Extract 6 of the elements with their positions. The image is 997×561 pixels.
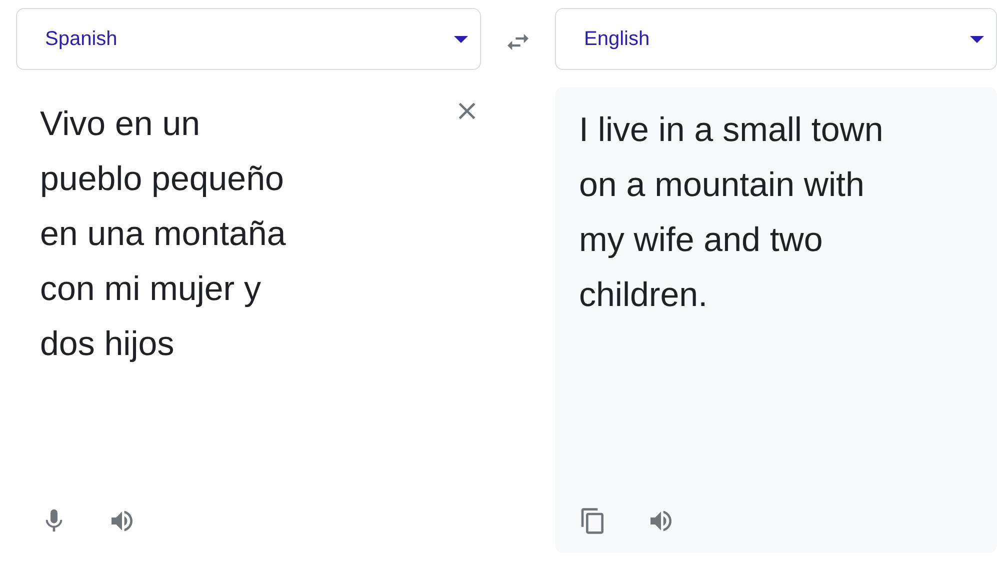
dropdown-caret-icon <box>454 36 468 42</box>
target-language-select[interactable]: English <box>555 8 997 70</box>
source-language-select[interactable]: Spanish <box>16 8 481 70</box>
translated-text: I live in a small town on a mountain with my wife and two children. <box>579 110 884 316</box>
dropdown-caret-icon <box>970 36 984 42</box>
source-text[interactable]: Vivo en un pueblo pequeño en una montaña con mi mujer y dos hijos <box>40 97 286 372</box>
